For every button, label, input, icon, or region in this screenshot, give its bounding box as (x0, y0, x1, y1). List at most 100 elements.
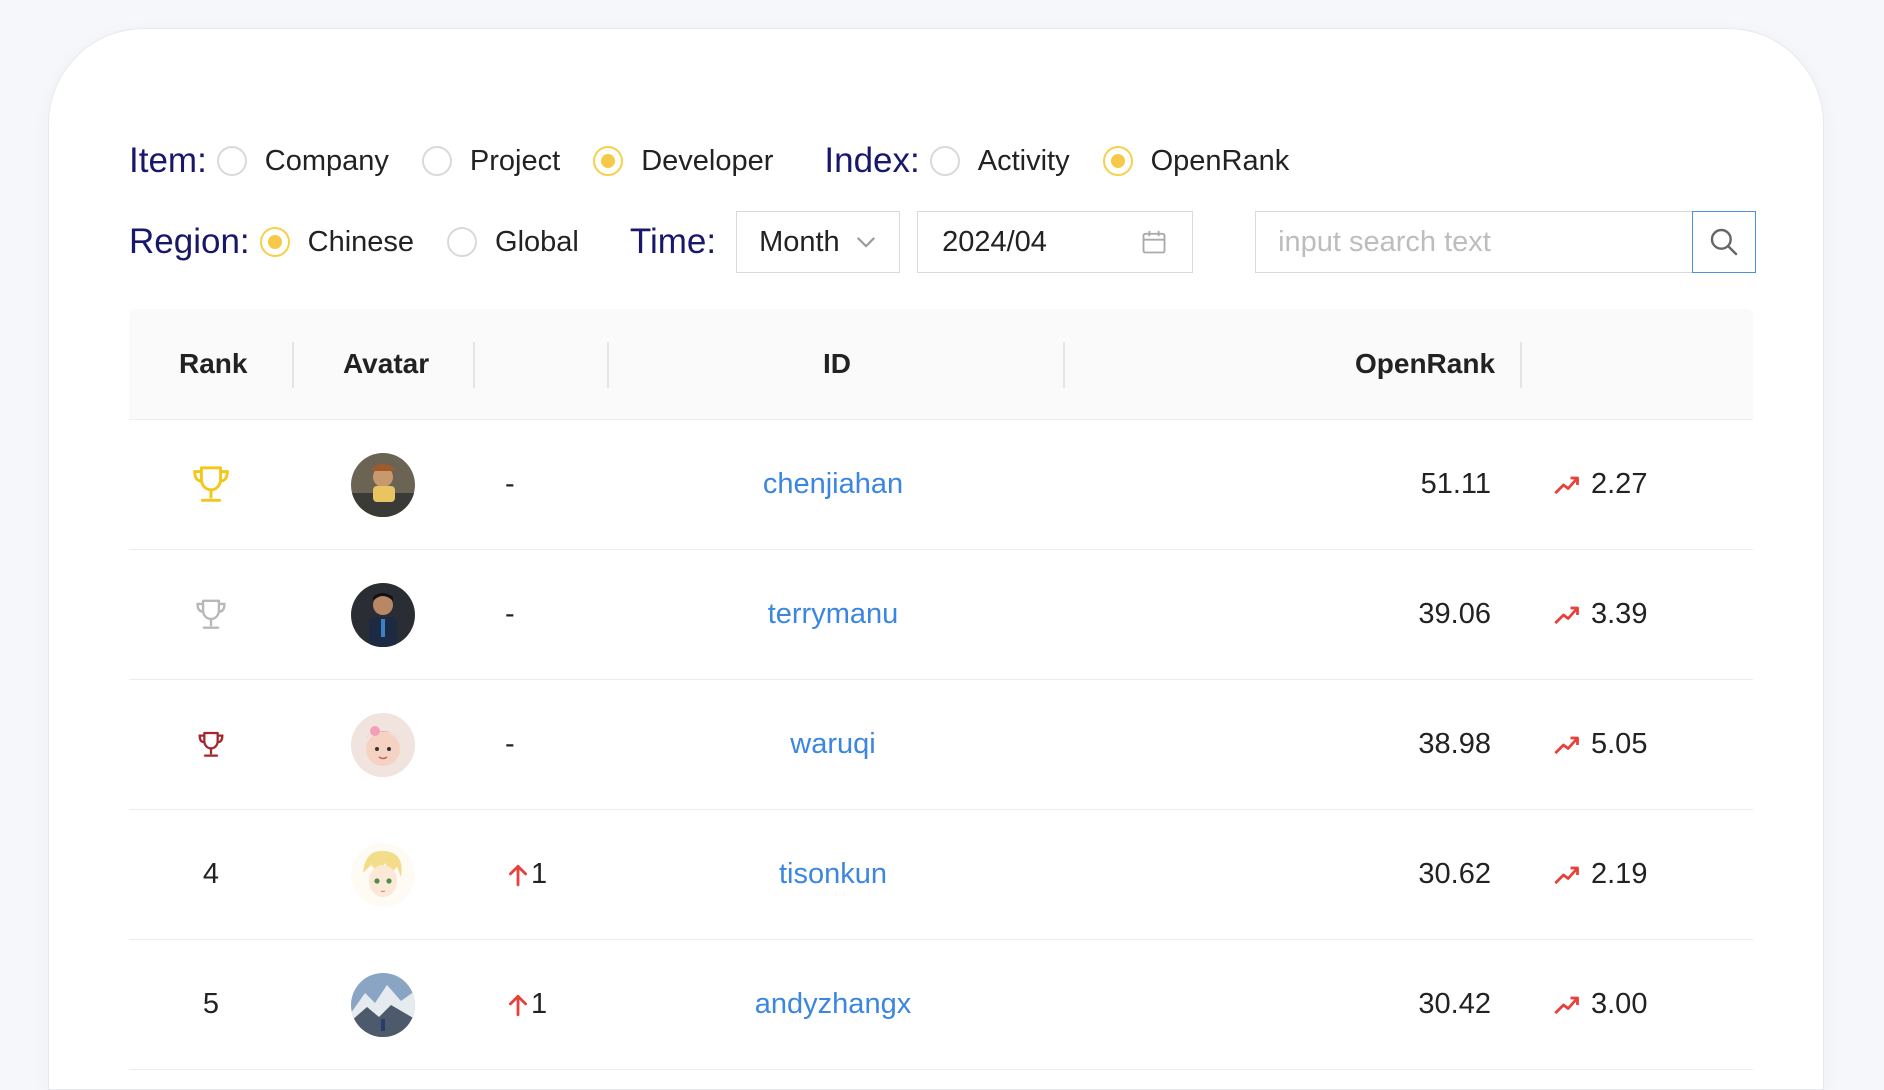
rank-change: - (505, 468, 515, 500)
openrank-value: 30.62 (1418, 858, 1491, 890)
period-select-value: Month (759, 225, 840, 258)
radio-circle-checked[interactable] (593, 146, 624, 176)
radio-region-global[interactable]: Global (447, 226, 579, 259)
table-row: - chenjiahan 51.11 2.27 (129, 420, 1753, 550)
header-avatar: Avatar (343, 348, 430, 379)
trophy-icon (196, 599, 226, 629)
trend-cell: 2.19 (1553, 810, 1733, 939)
rank-number: 4 (202, 858, 220, 890)
openrank-value: 38.98 (1418, 728, 1491, 760)
id-cell: tisonkun (605, 810, 1061, 939)
radio-item-project[interactable]: Project (421, 144, 561, 178)
radio-item-developer[interactable]: Developer (593, 145, 773, 178)
radio-label: Company (264, 144, 389, 177)
openrank-value: 30.42 (1418, 988, 1491, 1020)
openrank-value: 39.06 (1418, 598, 1491, 630)
radio-circle[interactable] (929, 146, 960, 176)
trend-up-icon (1554, 866, 1579, 884)
header-rank: Rank (179, 348, 248, 379)
radio-circle-checked[interactable] (1102, 146, 1133, 176)
trend-value: 2.27 (1591, 468, 1648, 500)
period-select[interactable]: Month (736, 211, 901, 273)
search-icon (1710, 228, 1738, 256)
radio-region-chinese[interactable]: Chinese (259, 225, 415, 259)
trend-cell: 2.27 (1553, 420, 1733, 549)
rank-cell: 4 (129, 810, 293, 939)
radio-label: Developer (641, 144, 774, 177)
avatar-cell (293, 550, 473, 679)
table-row: 5 1 andyzhangx 30.42 3.00 (129, 940, 1753, 1070)
radio-index-openrank[interactable]: OpenRank (1102, 144, 1290, 178)
trend-up-icon (1554, 996, 1579, 1014)
date-picker-value: 2024/04 (942, 225, 1047, 258)
openrank-cell: 30.62 (1061, 810, 1491, 939)
id-cell: andyzhangx (605, 940, 1061, 1069)
table-row: 4 1 tisonkun 30.62 2.19 (129, 810, 1753, 940)
filter-row-item-index: Item: Company Project Developer Index: A… (129, 132, 1322, 190)
id-cell: terrymanu (605, 550, 1061, 679)
trend-value: 2.19 (1591, 858, 1648, 890)
avatar-cell (293, 940, 473, 1069)
avatar[interactable] (351, 842, 415, 907)
radio-item-company[interactable]: Company (216, 144, 389, 178)
rank-change: 1 (531, 858, 548, 890)
rank-change: - (505, 598, 515, 630)
search-input[interactable] (1255, 211, 1693, 273)
trend-cell: 3.39 (1553, 550, 1733, 679)
trophy-icon (198, 731, 224, 757)
table-header: Rank Avatar ID OpenRank (129, 309, 1753, 420)
avatar[interactable] (351, 972, 415, 1037)
radio-circle[interactable] (421, 146, 452, 176)
header-id: ID (823, 348, 851, 379)
rank-cell (129, 550, 293, 679)
developer-id-link[interactable]: chenjiahan (763, 468, 903, 501)
trend-up-icon (1554, 606, 1579, 624)
arrow-up-icon (509, 994, 527, 1016)
avatar-cell (293, 680, 473, 809)
openrank-cell: 51.11 (1061, 420, 1491, 549)
region-label: Region: (129, 222, 250, 261)
arrow-up-icon (509, 864, 527, 886)
developer-id-link[interactable]: terrymanu (768, 598, 899, 631)
trend-cell: 5.05 (1553, 680, 1733, 809)
trend-cell: 3.00 (1553, 940, 1733, 1069)
trend-up-icon (1554, 476, 1579, 494)
radio-index-activity[interactable]: Activity (929, 145, 1070, 178)
radio-circle[interactable] (447, 227, 478, 257)
filter-row-region-time: Region: Chinese Global Time: Month 2024/… (129, 208, 1757, 276)
avatar[interactable] (351, 712, 415, 777)
rank-cell (129, 680, 293, 809)
id-cell: chenjiahan (605, 420, 1061, 549)
developer-id-link[interactable]: tisonkun (779, 858, 887, 891)
header-separator (1520, 342, 1522, 388)
radio-label: OpenRank (1150, 144, 1290, 177)
header-separator (607, 342, 609, 388)
search-button[interactable] (1692, 211, 1757, 273)
developer-id-link[interactable]: waruqi (790, 728, 875, 761)
header-separator (292, 342, 294, 388)
calendar-icon (1142, 230, 1166, 254)
avatar[interactable] (351, 582, 415, 647)
developer-id-link[interactable]: andyzhangx (755, 988, 911, 1021)
avatar[interactable] (351, 452, 415, 517)
rank-number: 5 (202, 988, 220, 1020)
table-row: - terrymanu 39.06 3.39 (129, 550, 1753, 680)
search-group (1255, 211, 1757, 273)
radio-circle[interactable] (216, 146, 247, 176)
trend-up-icon (1554, 736, 1579, 754)
openrank-cell: 39.06 (1061, 550, 1491, 679)
trend-value: 5.05 (1591, 728, 1648, 760)
rank-change: - (505, 728, 515, 760)
trophy-icon (193, 465, 229, 502)
openrank-cell: 30.42 (1061, 940, 1491, 1069)
openrank-value: 51.11 (1420, 468, 1491, 500)
radio-label: Project (469, 144, 561, 177)
openrank-cell: 38.98 (1061, 680, 1491, 809)
table-row: - waruqi 38.98 5.05 (129, 680, 1753, 810)
time-label: Time: (629, 222, 717, 261)
date-picker[interactable]: 2024/04 (917, 211, 1194, 273)
radio-label: Chinese (307, 225, 415, 258)
trend-value: 3.39 (1591, 598, 1648, 630)
rank-change-up: 1 (505, 988, 547, 1021)
radio-circle-checked[interactable] (259, 227, 290, 257)
